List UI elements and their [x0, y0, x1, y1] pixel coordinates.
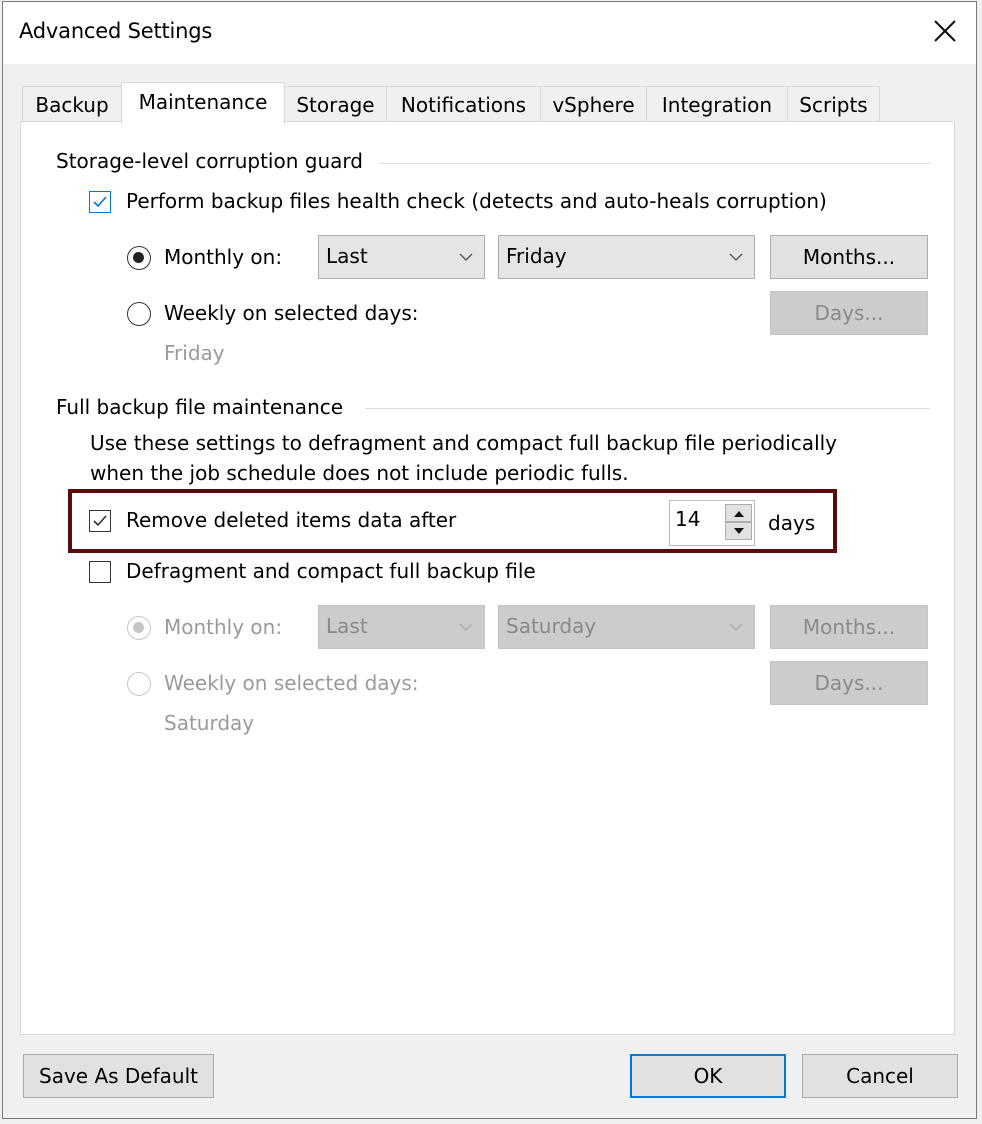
dialog-title: Advanced Settings [19, 19, 213, 43]
defragment-checkbox[interactable] [89, 561, 111, 583]
title-bar: Advanced Settings [3, 2, 976, 64]
fb-monthly-label: Monthly on: [164, 615, 283, 639]
fb-day-select[interactable]: Saturday [498, 605, 755, 649]
checkmark-icon [93, 196, 107, 208]
remove-deleted-days-input[interactable]: 14 [669, 500, 755, 546]
fb-weekly-radio[interactable] [127, 672, 151, 696]
tab-storage[interactable]: Storage [284, 86, 387, 122]
tab-integration[interactable]: Integration [646, 86, 788, 122]
days-value: 14 [675, 507, 701, 531]
arrow-up-icon [734, 511, 744, 517]
chevron-down-icon [729, 623, 743, 631]
fb-days-button[interactable]: Days... [770, 661, 928, 705]
close-button[interactable] [928, 14, 962, 48]
cg-days-summary: Friday [164, 341, 225, 365]
cg-monthly-label: Monthly on: [164, 245, 283, 269]
cg-day-value: Friday [506, 244, 567, 268]
cg-months-button[interactable]: Months... [770, 235, 928, 279]
group-divider [365, 408, 930, 409]
defragment-label: Defragment and compact full backup file [126, 559, 536, 583]
arrow-down-icon [734, 528, 744, 534]
cg-week-value: Last [326, 244, 368, 268]
close-icon [934, 20, 956, 42]
chevron-down-icon [729, 253, 743, 261]
health-check-checkbox[interactable] [89, 191, 111, 213]
cancel-button[interactable]: Cancel [802, 1054, 958, 1098]
fb-weekly-label: Weekly on selected days: [164, 671, 419, 695]
remove-deleted-checkbox[interactable] [89, 510, 111, 532]
radio-dot [133, 622, 144, 633]
tab-backup[interactable]: Backup [22, 86, 122, 122]
cg-week-select[interactable]: Last [318, 235, 485, 279]
cg-monthly-radio[interactable] [127, 246, 151, 270]
ok-button[interactable]: OK [630, 1054, 786, 1098]
checkmark-icon [93, 515, 107, 527]
tab-scripts[interactable]: Scripts [787, 86, 880, 122]
corruption-guard-title: Storage-level corruption guard [56, 149, 373, 173]
days-unit-label: days [768, 511, 816, 535]
cg-weekly-label: Weekly on selected days: [164, 301, 419, 325]
chevron-down-icon [459, 253, 473, 261]
full-backup-title: Full backup file maintenance [56, 395, 354, 419]
radio-dot [133, 252, 144, 263]
health-check-label: Perform backup files health check (detec… [126, 189, 827, 213]
cg-weekly-radio[interactable] [127, 302, 151, 326]
decrement-button[interactable] [725, 522, 752, 540]
increment-button[interactable] [725, 504, 752, 522]
save-as-default-button[interactable]: Save As Default [23, 1054, 214, 1098]
tab-vsphere[interactable]: vSphere [540, 86, 647, 122]
remove-deleted-label: Remove deleted items data after [126, 508, 457, 532]
full-backup-description-2: when the job schedule does not include p… [90, 461, 629, 485]
fb-week-value: Last [326, 614, 368, 638]
tab-notifications[interactable]: Notifications [386, 86, 541, 122]
cg-days-button[interactable]: Days... [770, 291, 928, 335]
fb-monthly-radio[interactable] [127, 616, 151, 640]
fb-day-value: Saturday [506, 614, 597, 638]
cg-day-select[interactable]: Friday [498, 235, 755, 279]
fb-week-select[interactable]: Last [318, 605, 485, 649]
chevron-down-icon [459, 623, 473, 631]
tab-maintenance[interactable]: Maintenance [121, 82, 285, 124]
group-divider [380, 163, 930, 164]
fb-days-summary: Saturday [164, 711, 255, 735]
full-backup-description-1: Use these settings to defragment and com… [90, 431, 838, 455]
fb-months-button[interactable]: Months... [770, 605, 928, 649]
